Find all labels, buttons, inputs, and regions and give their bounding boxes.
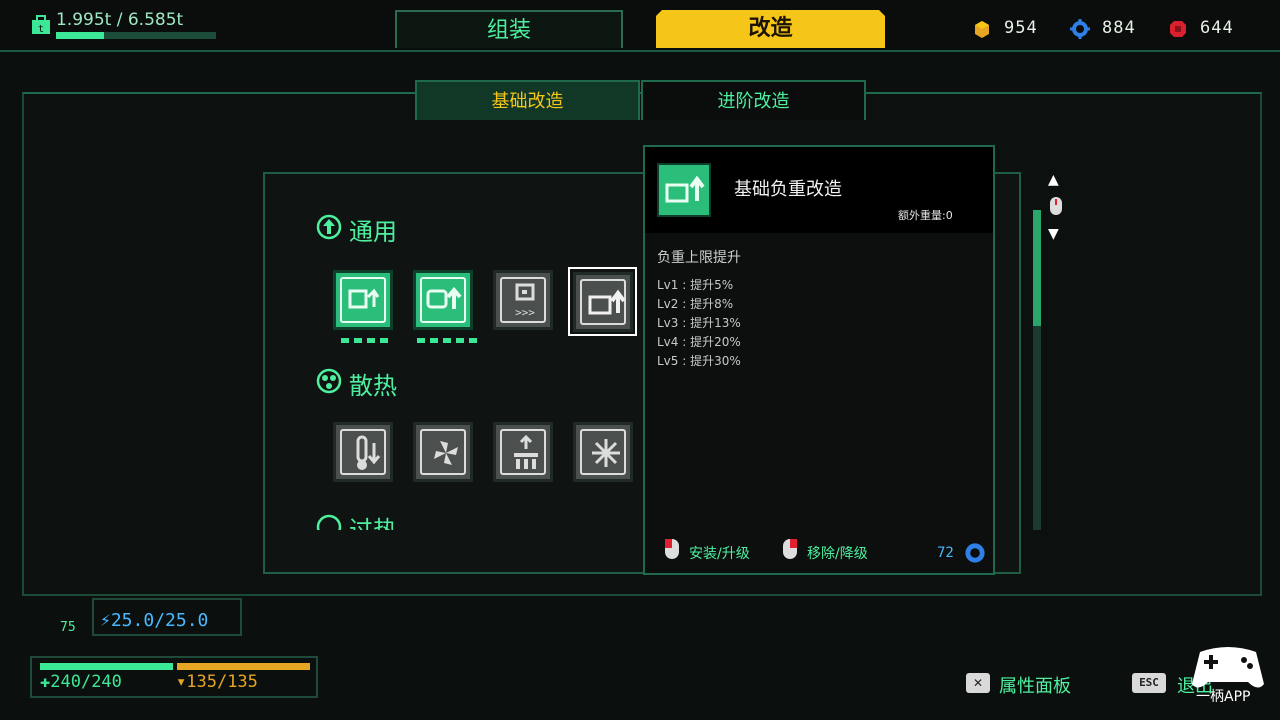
attribute-panel-button[interactable]: 属性面板 bbox=[999, 672, 1071, 698]
tooltip-level: Lv3 : 提升13% bbox=[657, 316, 741, 330]
mouse-scroll-icon bbox=[1050, 197, 1062, 215]
tooltip-title: 基础负重改造 bbox=[734, 179, 842, 200]
module-slot-basic-load[interactable] bbox=[573, 272, 633, 332]
module-tooltip: 基础负重改造 额外重量:0 负重上限提升 Lv1 : 提升5% Lv2 : 提升… bbox=[643, 145, 995, 575]
subtab-advanced-modify[interactable]: 进阶改造 bbox=[641, 80, 866, 120]
hp-readout: ✚240/240 bbox=[40, 672, 122, 692]
module-slot-load-1[interactable] bbox=[333, 270, 393, 330]
install-upgrade-hint[interactable]: 安装/升级 bbox=[689, 543, 750, 563]
tooltip-level: Lv2 : 提升8% bbox=[657, 297, 734, 311]
level-readout: 75 bbox=[60, 620, 76, 635]
hp-bar bbox=[40, 663, 173, 670]
blue-gear-count: 884 bbox=[1102, 18, 1136, 38]
weight-readout: 1.995t / 6.585t bbox=[56, 10, 184, 30]
heat-value: 135/135 bbox=[186, 672, 258, 692]
overheat-section-icon bbox=[316, 514, 342, 530]
module-slot-snowflake[interactable] bbox=[573, 422, 633, 482]
section-title-general: 通用 bbox=[349, 218, 397, 246]
subtab-basic-modify[interactable]: 基础改造 bbox=[415, 80, 640, 120]
scroll-down-icon[interactable]: ▼ bbox=[1048, 226, 1059, 242]
module-slot-load-2[interactable] bbox=[413, 270, 473, 330]
gold-count: 954 bbox=[1004, 18, 1038, 38]
weight-icon: t bbox=[32, 15, 50, 35]
tab-modify[interactable]: 改造 bbox=[656, 10, 885, 48]
cooling-section-icon bbox=[316, 368, 342, 394]
weight-bar bbox=[56, 32, 216, 39]
load-upgrade-icon bbox=[348, 288, 380, 309]
scrollbar-thumb[interactable] bbox=[1033, 210, 1041, 326]
svg-text:>>>: >>> bbox=[515, 306, 535, 319]
tooltip-level: Lv1 : 提升5% bbox=[657, 278, 734, 292]
tab-assemble[interactable]: 组装 bbox=[395, 10, 623, 48]
attr-key-icon: ✕ bbox=[966, 673, 990, 693]
basic-load-icon bbox=[665, 175, 705, 203]
level-dots bbox=[417, 338, 477, 343]
remove-downgrade-hint[interactable]: 移除/降级 bbox=[807, 543, 868, 563]
heat-bar bbox=[177, 663, 310, 670]
battery-value: 25.0/25.0 bbox=[110, 610, 209, 631]
blue-gear-icon bbox=[1070, 19, 1090, 39]
heat-readout: ▾135/135 bbox=[176, 672, 258, 692]
radiator-icon bbox=[514, 435, 538, 469]
hp-value: 240/240 bbox=[50, 672, 122, 692]
general-section-icon bbox=[316, 214, 342, 240]
battery-readout: ⚡25.0/25.0 bbox=[100, 610, 209, 631]
upgrade-cost: 72 bbox=[937, 545, 954, 561]
scrollbar[interactable] bbox=[1033, 210, 1041, 530]
mouse-left-icon bbox=[665, 539, 679, 559]
tooltip-level: Lv4 : 提升20% bbox=[657, 335, 741, 349]
tooltip-level: Lv5 : 提升30% bbox=[657, 354, 741, 368]
section-title-cooling: 散热 bbox=[349, 372, 397, 400]
scroll-up-icon[interactable]: ▲ bbox=[1048, 172, 1059, 188]
fan-icon bbox=[434, 441, 458, 465]
level-dots bbox=[341, 338, 388, 343]
tooltip-description: 负重上限提升 bbox=[657, 250, 741, 266]
esc-key-icon: ESC bbox=[1132, 673, 1166, 693]
section-title-overheat: 过热 bbox=[349, 516, 397, 530]
red-chip-icon bbox=[1170, 21, 1186, 37]
watermark-text: 一柄APP bbox=[1196, 689, 1251, 705]
module-slot-thermo[interactable] bbox=[333, 422, 393, 482]
weight-bar-fill bbox=[56, 32, 105, 39]
tooltip-module-icon bbox=[657, 163, 711, 217]
gold-block-icon bbox=[975, 21, 989, 38]
module-slot-speed[interactable]: >>> bbox=[493, 270, 553, 330]
overheat-section-clip: 过热 bbox=[300, 510, 660, 530]
tooltip-extra-weight: 额外重量:0 bbox=[898, 209, 953, 222]
module-slot-fan[interactable] bbox=[413, 422, 473, 482]
module-slot-radiator[interactable] bbox=[493, 422, 553, 482]
load-boost-icon bbox=[426, 287, 462, 309]
basic-load-icon bbox=[588, 289, 626, 315]
speed-module-icon: >>> bbox=[515, 283, 535, 319]
snowflake-icon bbox=[592, 439, 620, 467]
thermometer-icon bbox=[356, 435, 381, 470]
blue-gear-icon bbox=[965, 543, 985, 563]
svg-text:t: t bbox=[38, 24, 44, 35]
mouse-right-icon bbox=[783, 539, 797, 559]
red-chip-count: 644 bbox=[1200, 18, 1234, 38]
